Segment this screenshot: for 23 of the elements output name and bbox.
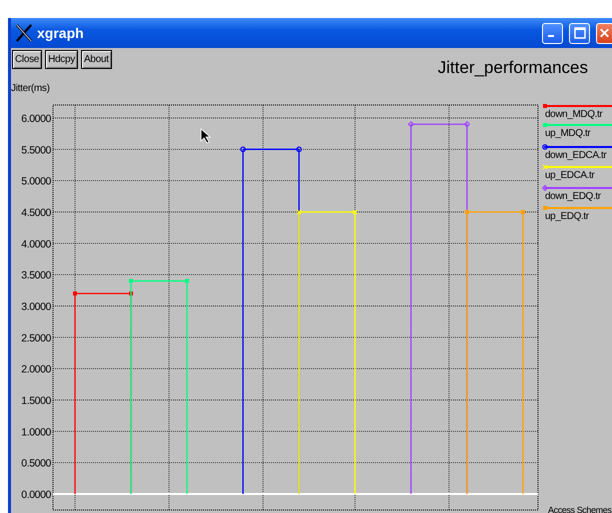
legend-label: down_MDQ.tr: [545, 109, 602, 120]
chart-title: Jitter_performances: [438, 58, 588, 78]
legend-label: up_EDCA.tr: [545, 170, 594, 181]
x-axis-label: Access Schemes: [548, 505, 612, 513]
y-tick-label: 5.5000: [21, 144, 51, 156]
y-tick-label: 4.5000: [21, 207, 51, 219]
legend-label: up_MDQ.tr: [545, 128, 590, 139]
y-tick-label: 2.5000: [21, 332, 51, 344]
y-tick-label: 1.5000: [21, 395, 51, 407]
y-tick-label: 6.0000: [21, 113, 51, 125]
window-title: xgraph: [37, 25, 84, 41]
y-tick-label: 3.5000: [21, 270, 51, 282]
y-tick-label: 0.5000: [21, 458, 51, 470]
y-tick-label: 1.0000: [21, 426, 51, 438]
y-tick-label: 2.0000: [21, 364, 51, 376]
y-axis-label: Jitter(ms): [11, 83, 50, 94]
legend-label: down_EDCA.tr: [545, 150, 606, 161]
y-tick-label: 4.0000: [21, 238, 51, 250]
y-tick-label: 3.0000: [21, 301, 51, 313]
legend-label: up_EDQ.tr: [545, 211, 589, 222]
y-tick-label: 5.0000: [21, 176, 51, 188]
y-tick-label: 0.0000: [21, 489, 51, 501]
legend-label: down_EDQ.tr: [545, 191, 601, 202]
